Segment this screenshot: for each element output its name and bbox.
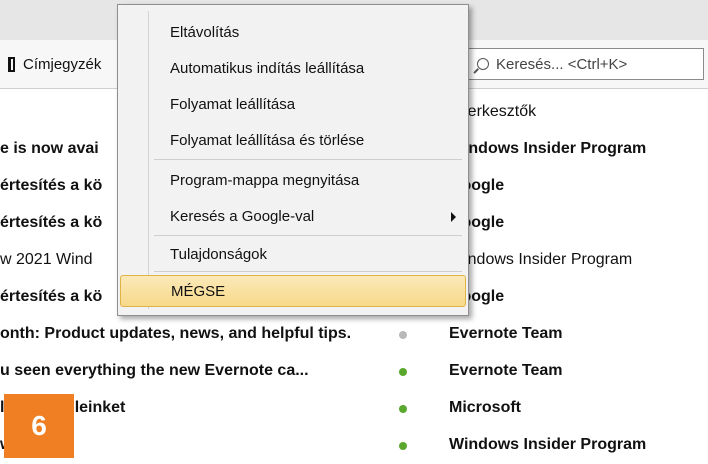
menu-item-cancel[interactable]: MÉGSE <box>120 275 466 307</box>
message-sender: Windows Insider Program <box>449 251 633 268</box>
menu-item-label: Folyamat leállítása <box>170 96 296 113</box>
address-book-label: Címjegyzék <box>23 55 102 73</box>
message-subject: u seen everything the new Evernote ca... <box>0 362 309 379</box>
menu-item-end-and-delete[interactable]: Folyamat leállítása és törlése <box>120 125 466 157</box>
menu-separator <box>154 159 462 160</box>
message-row[interactable]: u seen everything the new Evernote ca...… <box>0 353 708 390</box>
menu-item-end-process[interactable]: Folyamat leállítása <box>120 89 466 121</box>
message-sender: Windows Insider Program <box>449 436 647 453</box>
message-row[interactable]: onth: Product updates, news, and helpful… <box>0 316 708 353</box>
search-placeholder: Keresés... <Ctrl+K> <box>496 55 628 73</box>
message-sender: Windows Insider Program <box>449 140 647 157</box>
message-sender: Microsoft <box>449 399 521 416</box>
menu-item-label: MÉGSE <box>171 283 226 300</box>
status-dot-icon[interactable] <box>399 331 407 339</box>
menu-item-label: Keresés a Google-val <box>170 208 315 225</box>
menu-item-properties[interactable]: Tulajdonságok <box>120 239 466 271</box>
address-book-icon <box>8 56 15 72</box>
status-dot-icon[interactable] <box>399 442 407 450</box>
message-row[interactable]: lati feltételeinket Microsoft <box>0 390 708 427</box>
menu-item-disable-autostart[interactable]: Automatikus indítás leállítása <box>120 53 466 85</box>
menu-item-label: Program-mappa megnyitása <box>170 172 360 189</box>
menu-item-search-google[interactable]: Keresés a Google-val <box>120 201 466 233</box>
menu-item-label: Automatikus indítás leállítása <box>170 60 365 77</box>
address-book-button[interactable]: Címjegyzék <box>8 50 101 78</box>
menu-separator <box>154 235 462 236</box>
menu-separator <box>154 271 462 272</box>
status-dot-icon[interactable] <box>399 405 407 413</box>
menu-item-label: Tulajdonságok <box>170 246 268 263</box>
message-sender: Evernote Team <box>449 325 563 342</box>
context-menu: Eltávolítás Automatikus indítás leállítá… <box>117 4 469 316</box>
message-subject: onth: Product updates, news, and helpful… <box>0 325 352 342</box>
submenu-arrow-icon <box>451 212 456 222</box>
message-sender: Evernote Team <box>449 362 563 379</box>
status-dot-icon[interactable] <box>399 368 407 376</box>
menu-item-open-folder[interactable]: Program-mappa megnyitása <box>120 165 466 197</box>
search-icon <box>477 58 489 70</box>
step-number-badge: 6 <box>4 394 74 458</box>
menu-item-label: Eltávolítás <box>170 24 240 41</box>
menu-item-label: Folyamat leállítása és törlése <box>170 132 365 149</box>
search-input[interactable]: Keresés... <Ctrl+K> <box>468 48 704 80</box>
message-row[interactable]: ws 11 Windows Insider Program <box>0 427 708 464</box>
menu-item-remove[interactable]: Eltávolítás <box>120 17 466 49</box>
